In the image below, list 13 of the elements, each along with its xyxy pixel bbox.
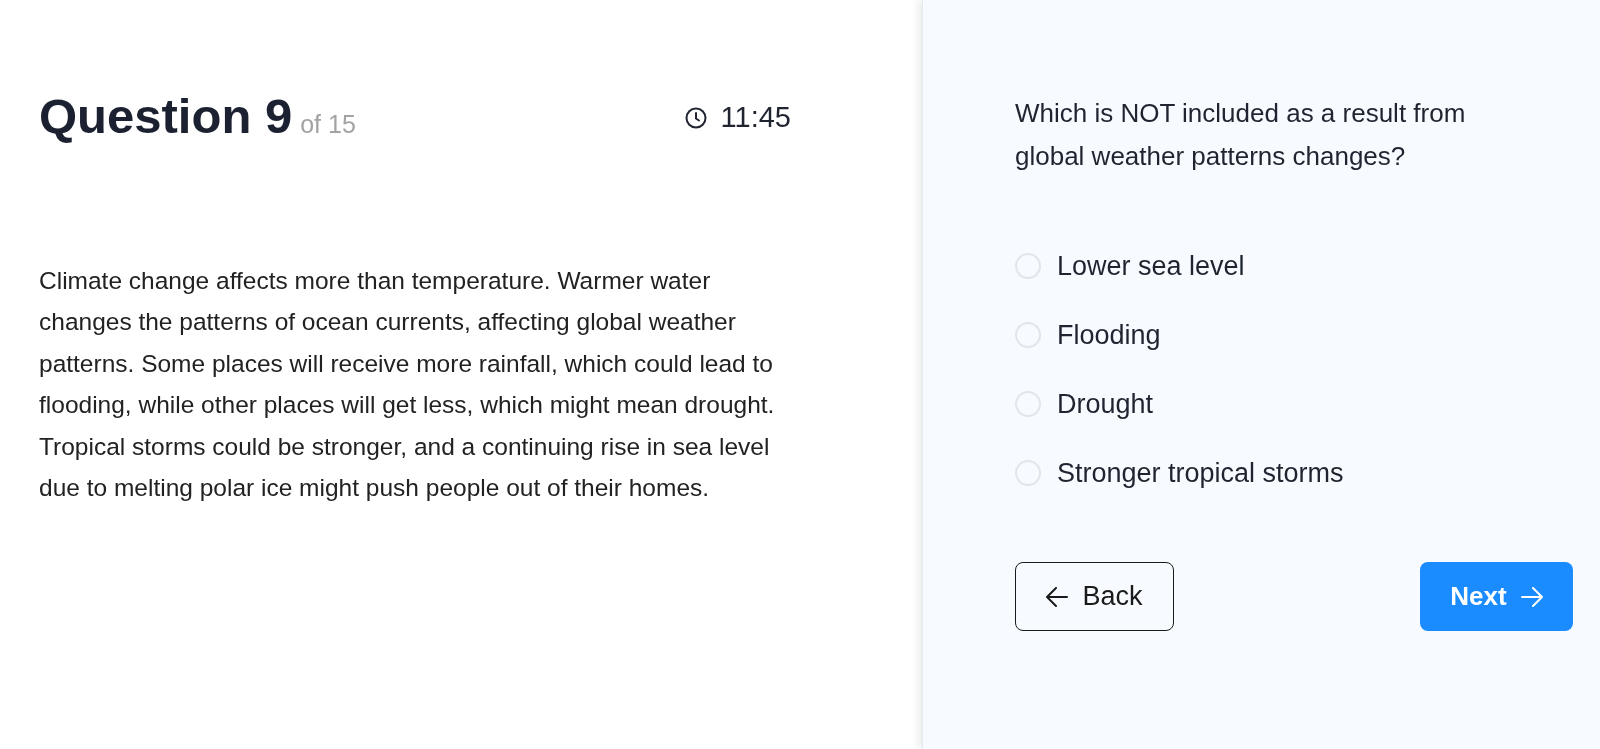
arrow-right-icon	[1520, 586, 1543, 607]
arrow-left-icon	[1046, 586, 1069, 607]
question-title: Question 9	[39, 92, 293, 141]
passage-text: Climate change affects more than temperature. Warmer water changes the patterns of ocean currents, affecting global weather patterns. Some places will receive more rainfall, which could lead to flooding, while other places will get less, which might mean drought. Tropical storms could be stronger, and a continuing rise in sea level due to melting polar ice might push people out of their homes.	[39, 265, 776, 503]
answer-option[interactable]: Flooding	[1015, 315, 1169, 355]
answer-option[interactable]: Drought	[1015, 384, 1162, 424]
question-text: Which is NOT included as a result from global weather patterns changes?	[1015, 97, 1467, 173]
clock-icon	[684, 106, 707, 129]
question-count: of 15	[300, 109, 356, 140]
answer-option[interactable]: Lower sea level	[1015, 246, 1253, 286]
answer-option[interactable]: Stronger tropical storms	[1015, 453, 1352, 493]
back-button[interactable]: Back	[1015, 562, 1174, 631]
timer-text: 11:45	[720, 100, 791, 135]
